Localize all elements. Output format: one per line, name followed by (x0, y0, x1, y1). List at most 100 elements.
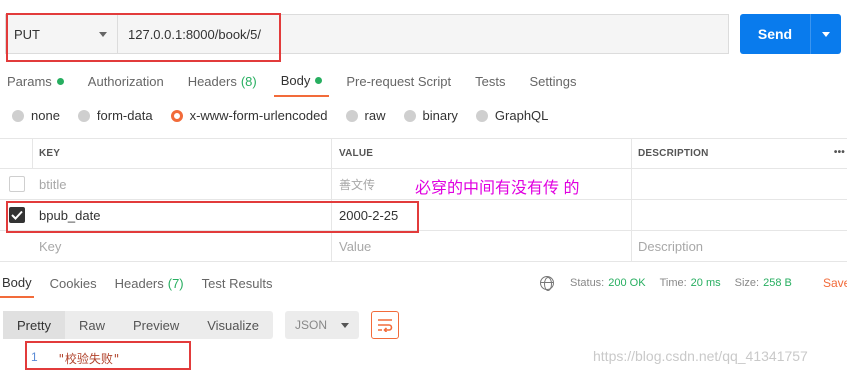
format-select[interactable]: JSON (285, 311, 360, 339)
response-tab-cookies[interactable]: Cookies (48, 268, 99, 298)
status-value: 200 OK (608, 277, 646, 289)
radio-label: form-data (96, 108, 153, 123)
wrap-lines-icon (378, 319, 393, 332)
highlight-box-response (25, 341, 191, 370)
tab-label: Headers (114, 275, 164, 291)
tab-label: Tests (475, 74, 506, 89)
watermark: https://blog.csdn.net/qq_41341757 (593, 348, 808, 364)
key-text: btitle (39, 176, 67, 192)
send-button[interactable]: Send (740, 14, 841, 54)
header-value-label: VALUE (339, 148, 374, 159)
radio-circle (345, 109, 358, 122)
radio-circle (170, 109, 183, 122)
radio-none[interactable]: none (12, 108, 60, 123)
tab-count: (8) (240, 74, 257, 89)
tab-label: Test Results (201, 275, 273, 291)
response-view-bar: Pretty Raw Preview Visualize JSON (3, 311, 400, 339)
tab-label: Body (2, 274, 32, 290)
header-key: KEY (33, 139, 332, 168)
tab-authorization[interactable]: Authorization (81, 66, 171, 97)
value-placeholder: Value (339, 238, 372, 254)
radio-circle (475, 109, 488, 122)
header-value: VALUE (332, 139, 632, 168)
response-tab-body[interactable]: Body (0, 268, 34, 298)
status-dot (315, 77, 323, 84)
radio-label: raw (364, 108, 386, 123)
radio-label: none (31, 108, 60, 123)
tab-pre-request-script[interactable]: Pre-request Script (339, 66, 458, 97)
tab-label: Pre-request Script (346, 74, 452, 89)
status-label: Status: (570, 277, 605, 289)
format-label: JSON (295, 318, 328, 332)
tab-body[interactable]: Body (273, 66, 330, 97)
key-placeholder: Key (39, 238, 62, 254)
row-check-cell (0, 169, 33, 199)
chevron-down-icon (822, 31, 830, 37)
tab-label: Body (280, 73, 311, 88)
response-tabs: Body Cookies Headers (7) Test Results (0, 268, 288, 298)
radio-label: GraphQL (494, 108, 549, 123)
tab-settings[interactable]: Settings (522, 66, 583, 97)
time-label: Time: (659, 277, 687, 289)
time-value: 20 ms (690, 277, 721, 289)
row-check-cell (0, 231, 33, 261)
tab-headers[interactable]: Headers (8) (181, 66, 264, 97)
view-preview-button[interactable]: Preview (119, 311, 193, 339)
tab-count: (7) (167, 275, 184, 291)
radio-label: binary (422, 108, 458, 123)
tab-label: Params (7, 74, 52, 89)
radio-circle (403, 109, 416, 122)
globe-icon[interactable] (540, 276, 554, 291)
tab-label: Settings (529, 74, 577, 89)
description-input[interactable]: Description (632, 231, 847, 261)
radio-label: x-www-form-urlencoded (189, 108, 328, 123)
body-type-group: none form-data x-www-form-urlencoded raw… (12, 108, 566, 123)
description-placeholder: Description (638, 238, 704, 254)
tab-label: Cookies (49, 275, 97, 291)
radio-binary[interactable]: binary (403, 108, 458, 123)
params-table: KEY VALUE DESCRIPTION ••• btitle 善文传 bpu… (0, 138, 847, 262)
tab-tests[interactable]: Tests (468, 66, 512, 97)
radio-circle (12, 109, 24, 122)
view-pretty-button[interactable]: Pretty (3, 311, 65, 339)
response-meta: Status: 200 OK Time: 20 ms Size: 258 B (540, 276, 806, 291)
radio-form-data[interactable]: form-data (77, 108, 153, 123)
highlight-box-row (6, 201, 419, 233)
highlight-box-request (6, 13, 281, 62)
annotation-text: 必穿的中间有没有传 的 (415, 180, 580, 197)
header-description: DESCRIPTION (632, 139, 847, 168)
view-visualize-button[interactable]: Visualize (193, 311, 273, 339)
key-input[interactable]: Key (33, 231, 332, 261)
view-raw-button[interactable]: Raw (65, 311, 119, 339)
table-header: KEY VALUE DESCRIPTION ••• (0, 139, 847, 169)
send-label: Send (757, 26, 793, 42)
description-cell[interactable] (632, 169, 847, 199)
row-checkbox[interactable] (8, 176, 25, 192)
size-value: 258 B (763, 277, 792, 289)
header-key-label: KEY (39, 148, 61, 159)
tab-label: Headers (187, 74, 237, 89)
header-check-cell (0, 139, 33, 168)
key-cell[interactable]: btitle (33, 169, 332, 199)
chevron-down-icon (341, 322, 350, 328)
response-tab-headers[interactable]: Headers (7) (113, 268, 186, 298)
size-label: Size: (734, 277, 760, 289)
value-text: 善文传 (339, 177, 376, 192)
send-options-button[interactable] (811, 14, 841, 54)
tab-params[interactable]: Params (0, 66, 71, 97)
value-input[interactable]: Value (332, 231, 632, 261)
save-response-button[interactable]: Save (823, 276, 847, 290)
radio-raw[interactable]: raw (345, 108, 386, 123)
radio-graphql[interactable]: GraphQL (475, 108, 549, 123)
view-mode-group: Pretty Raw Preview Visualize (3, 311, 274, 339)
description-cell[interactable] (632, 200, 847, 230)
tab-label: Authorization (87, 74, 164, 89)
request-tabs: Params Authorization Headers (8) Body Pre… (0, 66, 593, 97)
response-tab-test-results[interactable]: Test Results (200, 268, 275, 298)
wrap-lines-button[interactable] (371, 311, 400, 339)
radio-circle (77, 109, 90, 122)
radio-x-www-form-urlencoded[interactable]: x-www-form-urlencoded (170, 108, 328, 123)
header-description-label: DESCRIPTION (638, 148, 709, 159)
more-options-icon[interactable]: ••• (834, 147, 845, 158)
status-dot (56, 78, 64, 85)
